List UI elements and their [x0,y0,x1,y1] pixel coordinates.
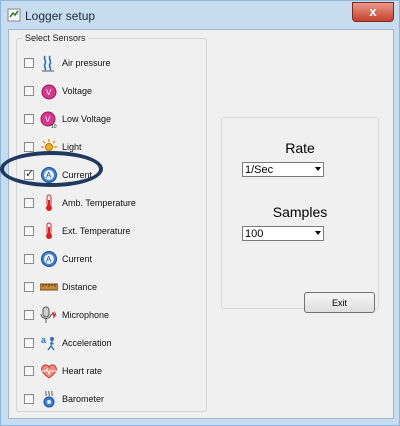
chevron-down-icon [315,231,321,235]
select-sensors-group: Select Sensors Air pressure V Voltage V … [16,33,207,412]
thermometer-icon [46,222,52,239]
checkbox-microphone[interactable] [24,310,34,320]
sensor-label: Voltage [62,86,93,96]
dialog-body: Select Sensors Air pressure V Voltage V … [0,29,394,419]
close-button[interactable]: x [352,2,394,22]
select-sensors-legend: Select Sensors [23,33,88,43]
checkbox-amb-temperature[interactable] [24,198,34,208]
checkbox-ext-temperature[interactable] [24,226,34,236]
sensor-row-acceleration[interactable]: a Acceleration [24,333,199,355]
svg-text:A: A [46,255,52,264]
sensor-row-distance[interactable]: Distance [24,277,199,299]
microphone-icon [40,306,57,323]
highlight-ellipse [0,151,103,187]
samples-dropdown[interactable]: 100 [242,226,324,241]
checkbox-light[interactable] [24,142,34,152]
sensor-row-microphone[interactable]: Microphone [24,305,199,327]
sensor-row-current-2[interactable]: A Current [24,249,199,271]
sensor-label: Air pressure [62,58,111,68]
sensor-label: Microphone [62,310,110,320]
ruler-icon [40,283,58,291]
thermometer-icon [46,194,52,211]
checkbox-barometer[interactable] [24,394,34,404]
sensor-label: Distance [62,282,98,292]
sensor-label: Light [62,142,82,152]
acceleration-icon: a [41,335,55,351]
low-voltage-icon: V 10 [40,111,57,128]
air-pressure-icon [42,55,54,72]
window-title: Logger setup [25,9,96,23]
checkbox-air-pressure[interactable] [24,58,34,68]
checkbox-voltage[interactable] [24,86,34,96]
checkbox-acceleration[interactable] [24,338,34,348]
samples-label: Samples [272,204,328,220]
sensor-row-amb-temperature[interactable]: Amb. Temperature [24,193,199,215]
sensor-row-low-voltage[interactable]: V 10 Low Voltage [24,109,199,131]
sensor-row-barometer[interactable]: Barometer [24,389,199,411]
sensor-label: Current [62,254,93,264]
svg-text:10: 10 [51,124,57,128]
current-icon: A [41,251,57,267]
voltage-icon: V [41,84,57,100]
app-icon [7,8,21,22]
sensor-label: Heart rate [62,366,103,376]
logger-setup-window: Logger setup x Select Sensors Air pressu… [0,0,400,426]
svg-text:V: V [45,115,51,124]
barometer-icon [43,390,55,408]
checkbox-heart-rate[interactable] [24,366,34,376]
heart-icon [41,364,57,379]
chevron-down-icon [315,167,321,171]
sensor-label: Acceleration [62,338,112,348]
checkbox-distance[interactable] [24,282,34,292]
sensor-label: Ext. Temperature [62,226,131,236]
checkbox-low-voltage[interactable] [24,114,34,124]
sensor-label: Low Voltage [62,114,112,124]
exit-button[interactable]: Exit [304,292,375,313]
samples-value: 100 [245,228,264,240]
sensor-row-air-pressure[interactable]: Air pressure [24,53,199,75]
sensor-label: Amb. Temperature [62,198,136,208]
rate-dropdown[interactable]: 1/Sec [242,162,324,177]
svg-text:a: a [41,335,47,345]
close-icon: x [369,4,377,19]
sensor-row-heart-rate[interactable]: Heart rate [24,361,199,383]
settings-panel: Rate 1/Sec Samples 100 [221,117,379,309]
rate-label: Rate [285,140,315,156]
sensor-label: Barometer [62,394,105,404]
title-bar[interactable]: Logger setup x [1,1,399,29]
sensor-row-voltage[interactable]: V Voltage [24,81,199,103]
sensor-row-ext-temperature[interactable]: Ext. Temperature [24,221,199,243]
checkbox-current-2[interactable] [24,254,34,264]
rate-value: 1/Sec [245,164,274,176]
svg-text:V: V [46,88,52,97]
